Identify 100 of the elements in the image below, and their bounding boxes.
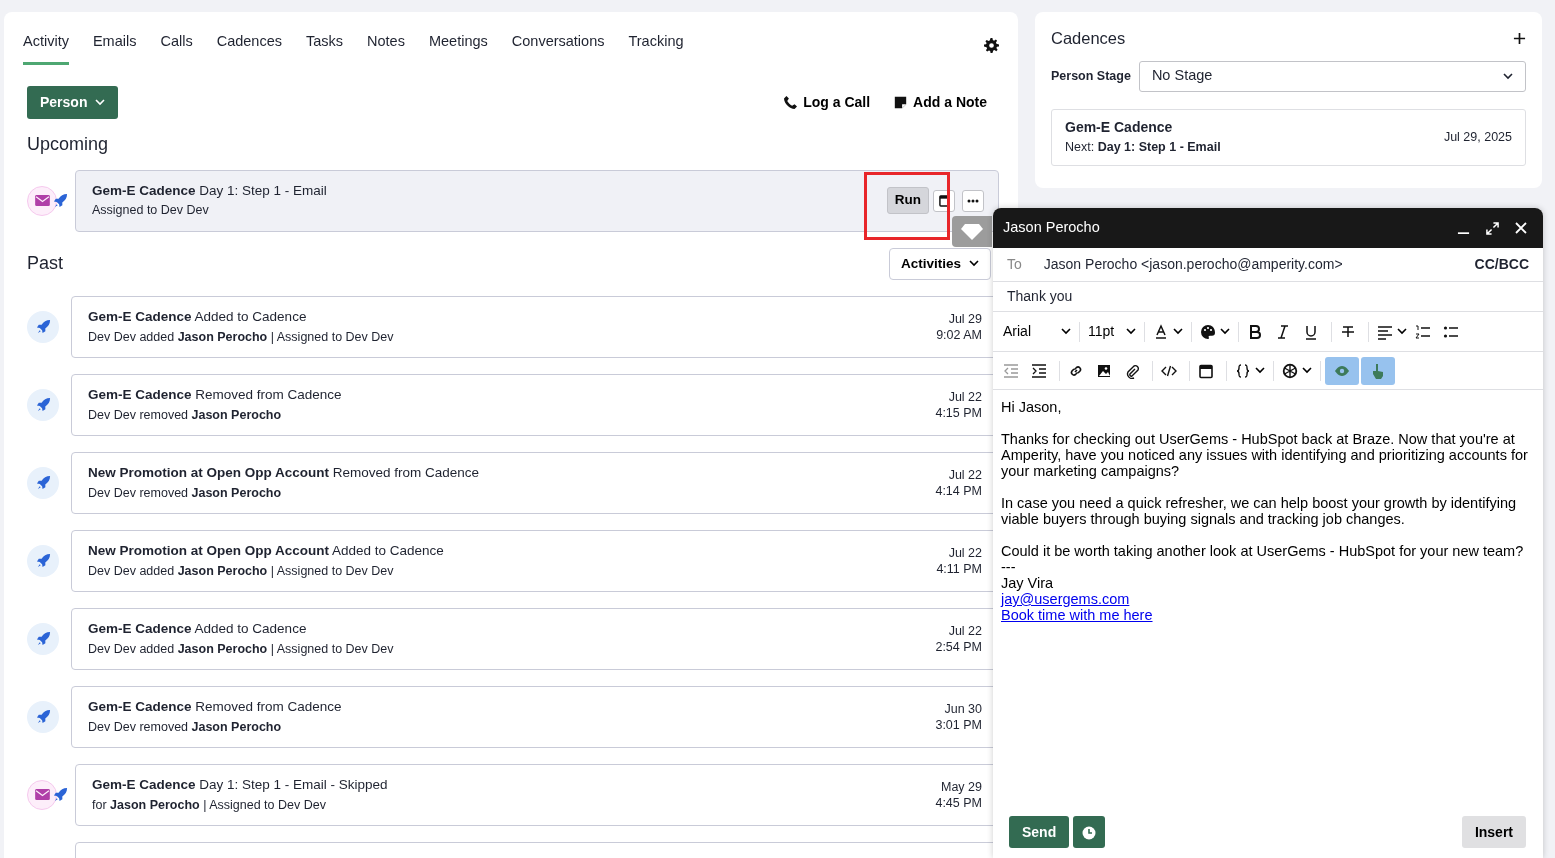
text-color-icon — [1153, 323, 1169, 340]
more-button[interactable] — [962, 189, 984, 212]
caret-icon — [1173, 328, 1183, 335]
activity-title: Gem-E Cadence Removed from Cadence — [88, 386, 343, 405]
bulleted-list-icon — [1443, 323, 1459, 340]
to-label: To — [1007, 255, 1022, 274]
person-dropdown-button[interactable]: Person — [27, 86, 119, 119]
close-icon[interactable] — [1515, 222, 1527, 234]
bold-icon — [1247, 323, 1263, 340]
rocket-icon — [27, 388, 59, 421]
activity-title: Gem-E Cadence Added to Cadence — [88, 620, 308, 639]
image-icon — [1096, 362, 1112, 379]
settings-icon[interactable] — [984, 37, 999, 53]
braces-icon — [1235, 362, 1251, 379]
activity-time: 4:15 PM — [935, 404, 982, 421]
tab[interactable]: Emails — [92, 24, 137, 66]
email-link[interactable]: jay@usergems.com — [1001, 591, 1130, 607]
activity-date: Jun 30 — [943, 700, 982, 717]
outdent-icon — [1003, 362, 1019, 379]
activities-filter-button[interactable]: Activities — [888, 247, 991, 280]
note-icon — [894, 96, 908, 109]
activity-title: Gem-E Cadence Removed from Cadence — [88, 698, 343, 717]
activity-time: 2:54 PM — [935, 638, 982, 655]
italic-icon — [1275, 323, 1291, 340]
activity-date: Jul 22 — [947, 544, 982, 561]
tab[interactable]: Activity — [23, 24, 69, 66]
more-icon — [967, 198, 979, 203]
tracking-toggle[interactable] — [1361, 356, 1395, 385]
compose-title: Jason Perocho — [1003, 218, 1101, 238]
rocket-icon — [27, 310, 59, 343]
log-call-button[interactable]: Log a Call — [784, 92, 871, 113]
body-text: --- — [1001, 559, 1017, 575]
activity-time: 9:02 AM — [936, 326, 982, 343]
preview-toggle[interactable] — [1325, 356, 1359, 385]
caret-icon — [1220, 328, 1230, 335]
activity-subtitle: Dev Dev added Jason Perocho | Assigned to Dev Dev — [88, 640, 395, 658]
size-select[interactable]: 11pt — [1084, 318, 1140, 345]
indent-icon — [1031, 362, 1047, 379]
body-text: Could it be worth taking another look at UserGems - HubSpot for your new team? — [1001, 543, 1525, 559]
section-heading: Upcoming — [27, 134, 110, 156]
tab[interactable]: Tasks — [305, 24, 344, 66]
phone-icon — [784, 96, 798, 109]
stage-select[interactable]: No Stage — [1138, 60, 1526, 92]
body-text: Hi Jason, — [1001, 399, 1063, 415]
activity-title: New Promotion at Open Opp Account Added to Cadence — [88, 542, 445, 561]
activity-date: Jul 22 — [947, 466, 982, 483]
rocket-icon — [53, 193, 68, 209]
activity-subtitle: Dev Dev removed Jason Perocho — [88, 484, 283, 502]
caret-icon — [1061, 328, 1071, 335]
rocket-icon — [27, 622, 59, 655]
add-note-button[interactable]: Add a Note — [894, 92, 987, 113]
activity-date: May 29 — [940, 778, 982, 795]
activity-subtitle: for Jason Perocho | Assigned to Dev Dev — [92, 796, 327, 814]
caret-icon — [1302, 367, 1312, 374]
font-select[interactable]: Arial — [999, 318, 1075, 345]
activity-date: Jul 29 — [947, 310, 982, 327]
add-icon[interactable] — [1513, 31, 1526, 45]
activity-date: Jul 22 — [947, 622, 982, 639]
insert-button[interactable]: Insert — [1461, 816, 1526, 848]
calendar-icon — [938, 194, 950, 208]
tab[interactable]: Cadences — [216, 24, 282, 66]
activity-subtitle: Dev Dev removed Jason Perocho — [88, 718, 283, 736]
schedule-button[interactable] — [1073, 816, 1106, 848]
diamond-icon — [960, 222, 984, 241]
section-heading: Past — [27, 252, 64, 275]
activity-subtitle: Dev Dev added Jason Perocho | Assigned to Dev Dev — [88, 562, 395, 580]
run-button[interactable]: Run — [886, 187, 929, 214]
rocket-icon — [53, 787, 68, 803]
field-label: Person Stage — [1051, 67, 1131, 85]
email-icon — [27, 779, 57, 810]
activity-time: 4:14 PM — [935, 482, 982, 499]
tab[interactable]: Notes — [367, 24, 405, 66]
align-icon — [1377, 323, 1393, 340]
caret-icon — [1397, 328, 1407, 335]
tab[interactable]: Tracking — [628, 24, 684, 66]
caret-icon — [1126, 328, 1136, 335]
recipient-field[interactable]: Jason Perocho <jason.perocho@amperity.com> — [1043, 254, 1475, 275]
email-link[interactable]: Book time with me here — [1001, 607, 1153, 623]
cadence-date: Jul 29, 2025 — [1443, 128, 1512, 146]
hand-pointer-icon — [1370, 362, 1386, 379]
expand-icon[interactable] — [1486, 221, 1499, 235]
tab[interactable]: Meetings — [428, 24, 488, 66]
email-icon — [27, 185, 57, 216]
tab[interactable]: Calls — [160, 24, 193, 66]
activity-time: 4:11 PM — [936, 560, 982, 577]
cc-bcc-link[interactable]: CC/BCC — [1474, 254, 1529, 275]
subject-field[interactable]: Thank you — [1007, 286, 1529, 307]
send-button[interactable]: Send — [1009, 816, 1070, 848]
rocket-icon — [27, 700, 59, 733]
activity-subtitle: Dev Dev removed Jason Perocho — [88, 406, 283, 424]
caret-icon — [1255, 367, 1265, 374]
attachment-icon — [1124, 362, 1140, 379]
activity-title: Gem-E Cadence Added to Cadence — [88, 308, 308, 327]
activity-title: New Promotion at Open Opp Account Removed from Cadence — [88, 464, 481, 483]
activity-subtitle: Dev Dev added Jason Perocho | Assigned to Dev Dev — [88, 328, 395, 346]
caret-icon — [1503, 72, 1513, 80]
underline-icon — [1303, 323, 1319, 340]
calendar-icon — [1198, 362, 1214, 379]
tab[interactable]: Conversations — [511, 24, 605, 66]
cadence-next-step: Next: Day 1: Step 1 - Email — [1065, 138, 1221, 158]
